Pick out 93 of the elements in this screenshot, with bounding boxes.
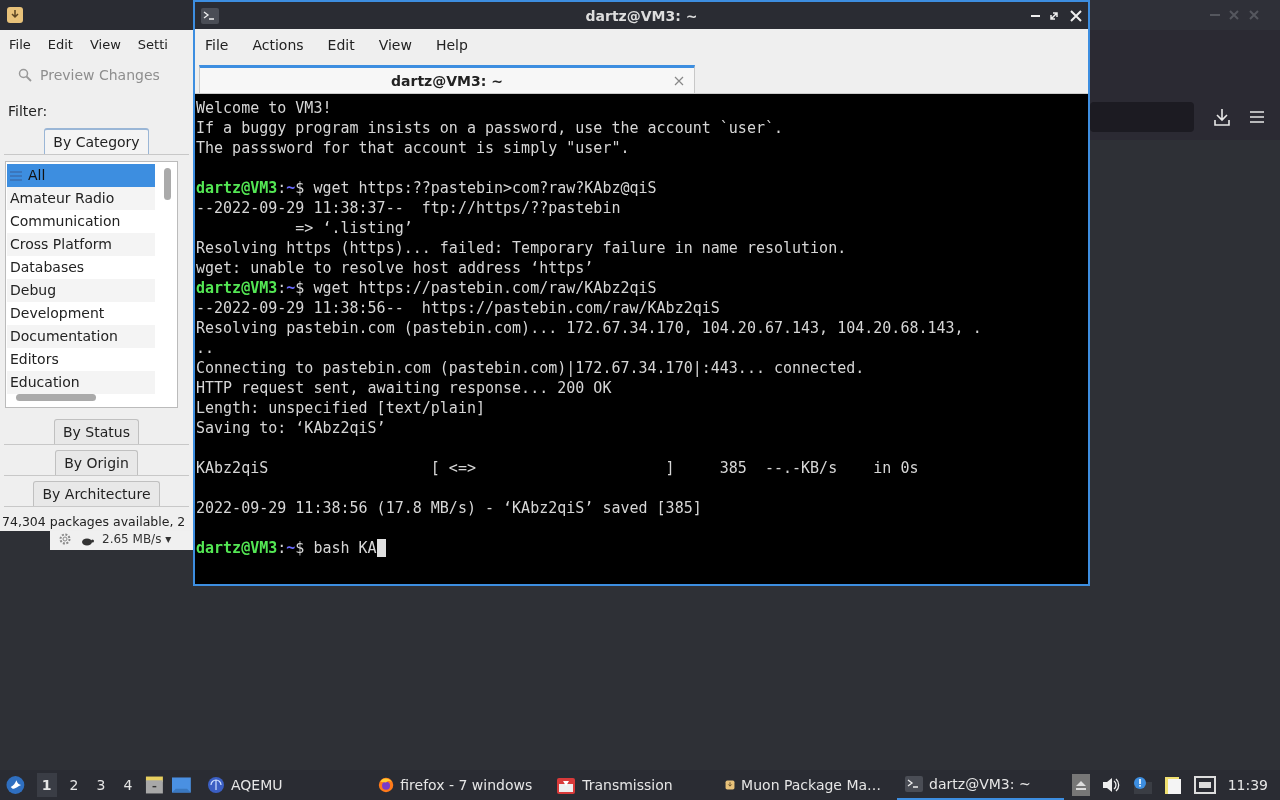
- terminal-icon: [905, 776, 924, 792]
- taskbar-task[interactable]: dartz@VM3: ~: [897, 770, 1064, 800]
- terminal-command: wget https:??pastebin>com?raw?KAbz@qiS: [313, 178, 657, 198]
- workspace-button[interactable]: 1: [36, 773, 57, 797]
- prompt-path: ~: [286, 278, 296, 298]
- menu-item[interactable]: View: [378, 37, 412, 53]
- box-icon: [556, 775, 577, 795]
- terminal-output: If a buggy program insists on a password, use the account `user`.: [196, 118, 783, 138]
- menu-item[interactable]: View: [89, 37, 121, 52]
- category-item[interactable]: Amateur Radio: [7, 187, 155, 210]
- category-item[interactable]: Debug: [7, 279, 155, 302]
- prompt-sign: $: [295, 278, 305, 298]
- workspace-button[interactable]: 3: [91, 773, 111, 797]
- clock[interactable]: 11:39: [1227, 777, 1268, 793]
- terminal-output: Saving to: ‘KAbz2qiS’: [196, 418, 386, 438]
- terminal-output: --2022-09-29 11:38:37-- ftp://https/??pastebin: [196, 198, 621, 218]
- speed-limit[interactable]: 2.65 MB/s ▾: [102, 532, 172, 546]
- url-field[interactable]: [1090, 102, 1194, 132]
- globe-icon: [206, 776, 225, 794]
- search-icon: [18, 68, 32, 82]
- status-text: 74,304 packages available, 2: [1, 514, 187, 531]
- scrollbar[interactable]: [164, 168, 171, 200]
- package-icon[interactable]: [6, 6, 24, 24]
- prompt-sign: $: [295, 178, 305, 198]
- prompt-separator: :: [277, 278, 287, 298]
- clipboard-icon[interactable]: [1163, 775, 1182, 795]
- prompt-user: dartz@VM3: [196, 278, 278, 298]
- category-item[interactable]: All: [7, 164, 155, 187]
- terminal-command: bash KA: [313, 538, 377, 558]
- prompt-separator: :: [277, 178, 287, 198]
- terminal-output: ..: [196, 338, 215, 358]
- taskbar-task[interactable]: Muon Package Ma…: [717, 770, 890, 800]
- menu-item[interactable]: Setti: [137, 37, 168, 52]
- workspace-button[interactable]: 2: [64, 773, 84, 797]
- menu-item[interactable]: Actions: [252, 37, 304, 53]
- start-menu-icon[interactable]: [6, 775, 25, 795]
- terminal-output: Resolving pastebin.com (pastebin.com)... 172.67.34.170, 104.20.67.143, 104.20.68.143, .: [196, 318, 982, 338]
- category-item[interactable]: Documentation: [7, 325, 155, 348]
- filter-tab[interactable]: By Status: [54, 419, 139, 444]
- terminal-output: Resolving https (https)... failed: Temporary failure in name resolution.: [196, 238, 847, 258]
- taskbar-task[interactable]: Transmission: [548, 770, 710, 800]
- terminal-output: --2022-09-29 11:38:56-- https://pastebin.com/raw/KAbz2qiS: [196, 298, 720, 318]
- menu-item[interactable]: File: [9, 37, 31, 52]
- menu-item[interactable]: Help: [435, 37, 468, 53]
- prompt-path: ~: [286, 538, 296, 558]
- filter-tab[interactable]: By Category: [44, 128, 149, 154]
- browser-icon: [378, 775, 395, 795]
- prompt-user: dartz@VM3: [196, 538, 278, 558]
- terminal-output: KAbz2qiS [ <=> ] 385 --.-KB/s in 0s: [196, 458, 919, 478]
- scrollbar[interactable]: [16, 394, 96, 401]
- menu-item[interactable]: Edit: [327, 37, 355, 53]
- terminal-tab[interactable]: dartz@VM3: ~: [199, 65, 695, 93]
- menu-icon[interactable]: [1250, 111, 1264, 123]
- terminal-output: Welcome to VM3!: [196, 98, 332, 118]
- filter-tab[interactable]: By Architecture: [33, 481, 160, 506]
- prompt-user: dartz@VM3: [196, 178, 278, 198]
- terminal-output: The passsword for that account is simply "user".: [196, 138, 630, 158]
- volume-icon[interactable]: [1101, 777, 1120, 793]
- window-controls-icon[interactable]: [1030, 9, 1082, 22]
- network-icon[interactable]: [1193, 776, 1216, 794]
- prompt-path: ~: [286, 178, 296, 198]
- taskbar-task[interactable]: firefox - 7 windows: [370, 770, 541, 800]
- terminal-output: Length: unspecified [text/plain]: [196, 398, 485, 418]
- category-item[interactable]: Databases: [7, 256, 155, 279]
- terminal-output: wget: unable to resolve host address ‘https’: [196, 258, 594, 278]
- category-item[interactable]: Education: [7, 371, 155, 394]
- desktop-icon[interactable]: [172, 776, 191, 794]
- category-item[interactable]: Editors: [7, 348, 155, 371]
- filter-tab[interactable]: By Origin: [55, 450, 138, 475]
- file-cabinet-icon[interactable]: [145, 775, 165, 795]
- terminal-command: wget https://pastebin.com/raw/KAbz2qiS: [313, 278, 657, 298]
- taskbar-task[interactable]: AQEMU: [198, 770, 323, 800]
- window-title: dartz@VM3: ~: [584, 7, 699, 24]
- category-item[interactable]: Communication: [7, 210, 155, 233]
- menu-item[interactable]: Edit: [47, 37, 73, 52]
- prompt-sign: $: [295, 538, 305, 558]
- category-item[interactable]: Cross Platform: [7, 233, 155, 256]
- eject-icon[interactable]: [1071, 774, 1090, 796]
- terminal-output: => ‘.listing’: [294, 218, 413, 238]
- category-item[interactable]: Development: [7, 302, 155, 325]
- workspace-button[interactable]: 4: [118, 773, 138, 797]
- terminal-output: 2022-09-29 11:38:56 (17.8 MB/s) - ‘KAbz2qiS’ saved [385]: [196, 498, 702, 518]
- terminal-output: Connecting to pastebin.com (pastebin.com)|172.67.34.170|:443... connected.: [196, 358, 865, 378]
- prompt-separator: :: [277, 538, 287, 558]
- list-icon: [10, 170, 22, 181]
- terminal-output: HTTP request sent, awaiting response... 200 OK: [196, 378, 612, 398]
- terminal-icon[interactable]: [201, 7, 219, 24]
- notification-icon[interactable]: [1131, 776, 1152, 794]
- gear-icon[interactable]: [58, 532, 72, 546]
- close-icon[interactable]: [674, 75, 684, 86]
- menu-item[interactable]: File: [205, 37, 229, 53]
- download-icon[interactable]: [1214, 108, 1230, 126]
- filter-label: Filter:: [7, 102, 49, 121]
